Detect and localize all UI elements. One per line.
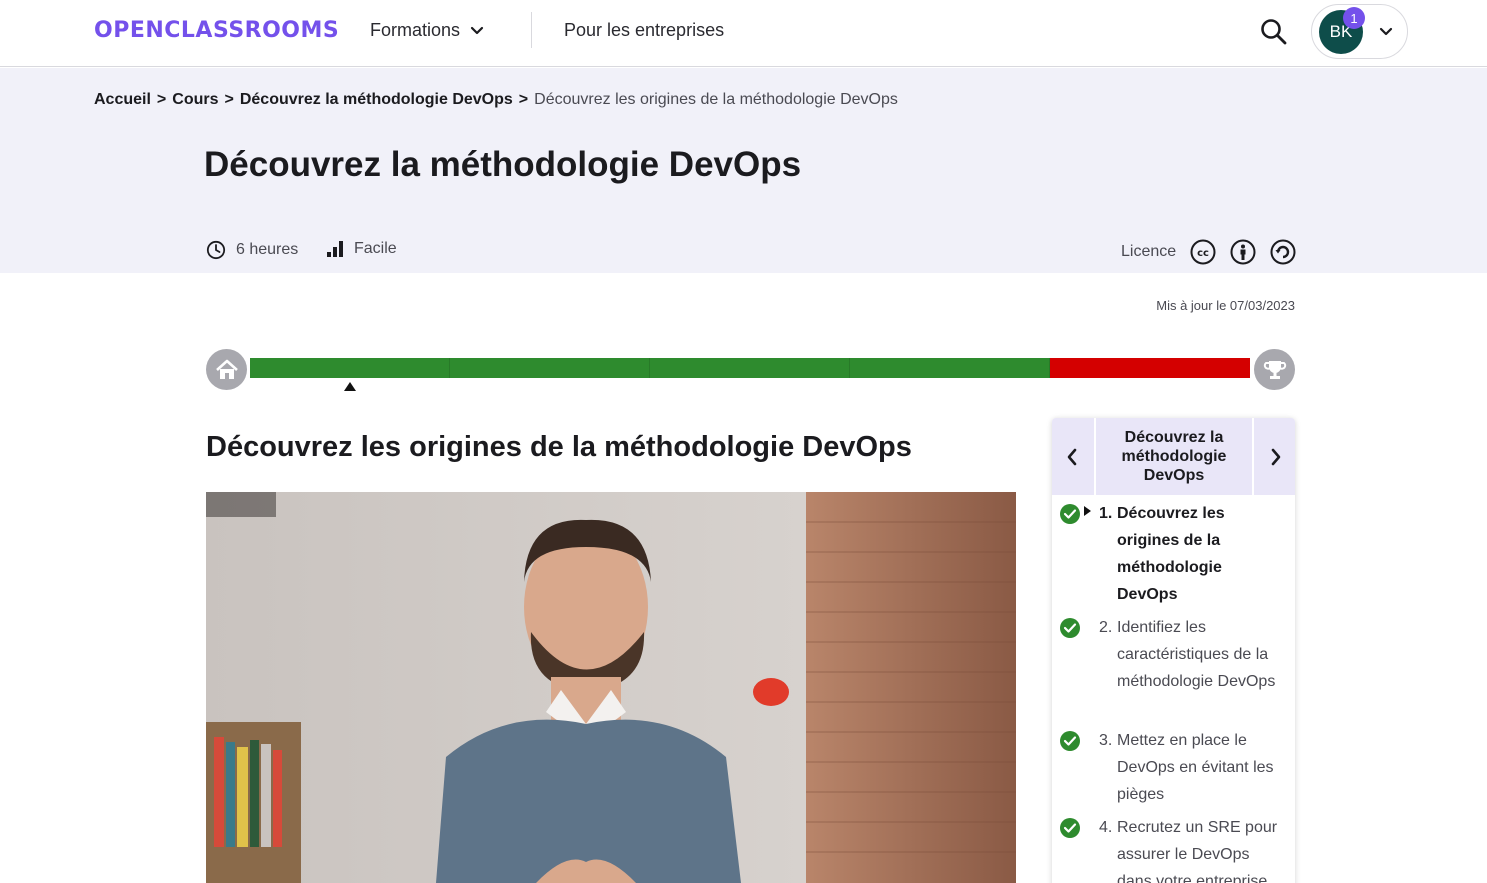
current-position-marker: [344, 382, 356, 391]
breadcrumb-separator: >: [518, 91, 529, 108]
trophy-icon: [1263, 360, 1286, 379]
chevron-right-icon: [1271, 448, 1280, 465]
toc-item-2[interactable]: 2. Identifiez les caractéristiques de la…: [1060, 614, 1288, 724]
breadcrumb-separator: >: [156, 91, 167, 108]
course-end-button[interactable]: [1254, 349, 1295, 390]
course-level: Facile: [326, 240, 397, 258]
formations-label: Formations: [370, 20, 461, 40]
current-chapter-caret-icon: [1084, 506, 1091, 516]
check-circle-icon: [1060, 731, 1080, 751]
video-thumbnail-image: [206, 492, 1016, 883]
chevron-left-icon: [1067, 448, 1077, 465]
breadcrumb: Accueil > Cours > Découvrez la méthodologie …: [94, 91, 898, 109]
toc-item-number: 2.: [1099, 619, 1113, 636]
attribution-icon[interactable]: [1230, 239, 1256, 265]
last-updated: Mis à jour le 07/03/2023: [1156, 298, 1295, 313]
chapter-table-of-contents: Découvrez la méthodologie DevOps 1. Déco…: [1052, 418, 1295, 883]
part-title[interactable]: Découvrez la méthodologie DevOps: [1094, 418, 1254, 495]
share-alike-icon[interactable]: [1270, 239, 1296, 265]
progress-segment-4[interactable]: [850, 358, 1050, 378]
breadcrumb-accueil[interactable]: Accueil: [94, 91, 151, 108]
check-circle-icon: [1060, 504, 1080, 524]
svg-text:cc: cc: [1197, 248, 1209, 259]
toc-item-label: Mettez en place le DevOps en évitant les…: [1117, 732, 1274, 803]
signal-bars-icon: [327, 241, 343, 257]
notification-badge: 1: [1343, 7, 1365, 29]
toc-item-label: Découvrez les origines de la méthodologi…: [1117, 505, 1225, 603]
search-button[interactable]: [1259, 17, 1289, 47]
creative-commons-icon[interactable]: cc: [1190, 239, 1216, 265]
openclassrooms-logo[interactable]: OPENCLASSROOMS: [94, 18, 339, 43]
entreprises-link[interactable]: Pour les entreprises: [564, 20, 724, 41]
progress-segment-2[interactable]: [450, 358, 650, 378]
breadcrumb-cours[interactable]: Cours: [172, 91, 218, 108]
toc-item-number: 1.: [1099, 505, 1113, 522]
search-icon: [1261, 19, 1287, 45]
chevron-down-icon: [1379, 27, 1393, 36]
course-title: Découvrez la méthodologie DevOps: [204, 145, 802, 184]
home-icon: [215, 359, 238, 379]
progress-segment-3[interactable]: [650, 358, 850, 378]
formations-menu[interactable]: Formations: [370, 20, 484, 41]
toc-header: Découvrez la méthodologie DevOps: [1052, 418, 1295, 495]
chevron-down-icon: [470, 26, 484, 34]
breadcrumb-separator: >: [224, 91, 234, 108]
toc-item-1[interactable]: 1. Découvrez les origines de la méthodol…: [1060, 500, 1288, 610]
level-label: Facile: [354, 240, 397, 257]
progress-segment-5[interactable]: [1050, 358, 1250, 378]
chapter-title: Découvrez les origines de la méthodologi…: [206, 431, 912, 463]
breadcrumb-course[interactable]: Découvrez la méthodologie DevOps: [240, 91, 513, 108]
breadcrumb-current: Découvrez les origines de la méthodologi…: [534, 91, 898, 108]
progress-segment-1[interactable]: [250, 358, 450, 378]
clock-icon: [206, 240, 226, 260]
course-home-button[interactable]: [206, 349, 247, 390]
course-duration: 6 heures: [206, 240, 298, 260]
toc-item-label: Recrutez un SRE pour assurer le DevOps d…: [1117, 819, 1278, 883]
toc-item-label: Identifiez les caractéristiques de la mé…: [1117, 619, 1276, 690]
check-circle-icon: [1060, 618, 1080, 638]
licence-info: Licence cc: [1121, 239, 1296, 265]
course-progress-bar: [250, 358, 1250, 378]
nav-divider: [531, 12, 532, 48]
previous-part-button[interactable]: [1052, 418, 1092, 495]
next-part-button[interactable]: [1256, 418, 1295, 495]
duration-label: 6 heures: [236, 241, 299, 258]
licence-label: Licence: [1121, 243, 1177, 260]
top-navigation-bar: OPENCLASSROOMS Formations Pour les entre…: [0, 0, 1487, 67]
course-video[interactable]: [206, 492, 1016, 883]
user-menu-button[interactable]: BK 1: [1311, 4, 1408, 59]
check-circle-icon: [1060, 818, 1080, 838]
course-hero: Accueil > Cours > Découvrez la méthodologie …: [0, 68, 1487, 273]
toc-item-number: 3.: [1099, 732, 1113, 749]
toc-item-number: 4.: [1099, 819, 1113, 836]
toc-item-3[interactable]: 3. Mettez en place le DevOps en évitant …: [1060, 727, 1288, 811]
toc-item-4[interactable]: 4. Recrutez un SRE pour assurer le DevOp…: [1060, 814, 1288, 883]
